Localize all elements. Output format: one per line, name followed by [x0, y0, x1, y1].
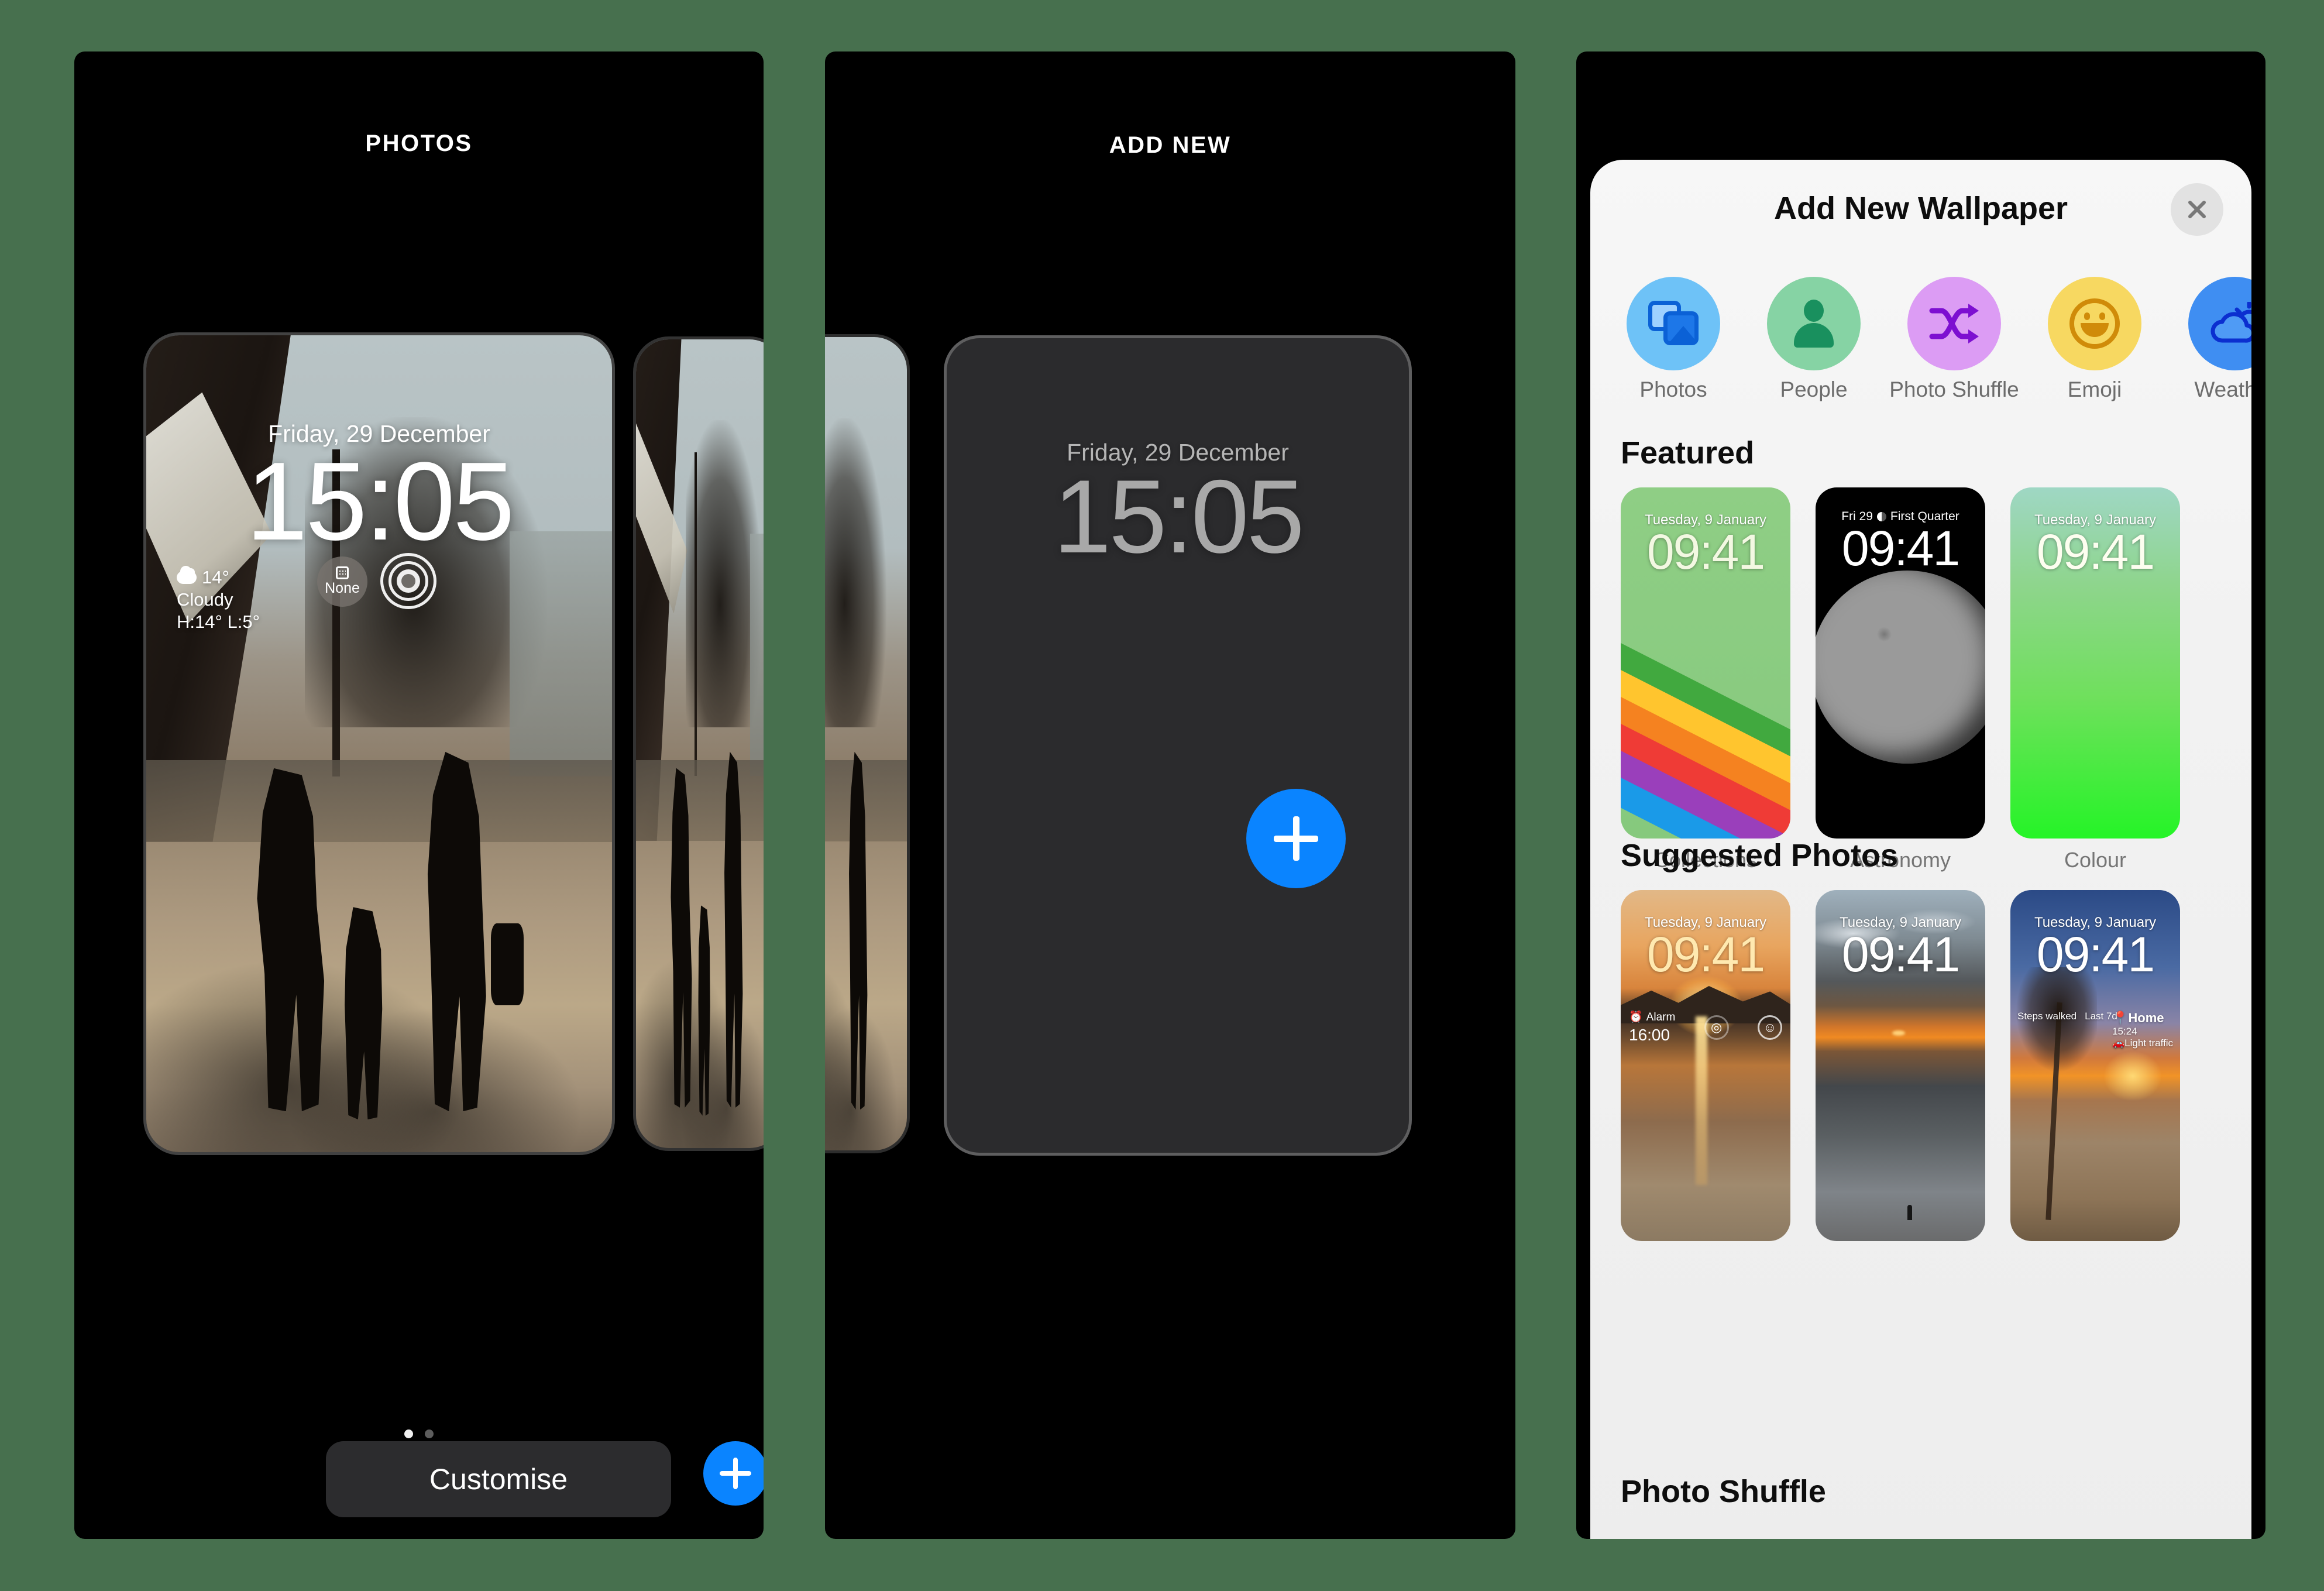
category-weather[interactable]: Weather — [2182, 277, 2251, 402]
wallpaper-card-peek-left[interactable] — [825, 337, 907, 1150]
wallpaper-thumb: Tuesday, 9 January 09:41 — [2010, 487, 2180, 839]
wallpaper-thumb: Tuesday, 9 January 09:41 Steps walked La… — [2010, 890, 2180, 1241]
add-new-panel-heading: ADD NEW — [1109, 132, 1232, 158]
weather-widget[interactable]: 14° Cloudy H:14° L:5° — [177, 565, 260, 633]
featured-card-colour[interactable]: Tuesday, 9 January 09:41 Colour — [2010, 487, 2180, 872]
thumb-time: 09:41 — [1841, 927, 1960, 982]
widget-none-label: None — [325, 580, 360, 596]
thumb-time: 09:41 — [1646, 927, 1765, 982]
wallpaper-card-active[interactable]: Friday, 29 December 15:05 14° Cloudy H:1… — [146, 335, 612, 1152]
maps-time: 15:24 — [2112, 1026, 2137, 1037]
section-title-featured: Featured — [1621, 435, 1755, 470]
alarm-time: 16:00 — [1629, 1025, 1670, 1044]
sheet-title: Add New Wallpaper — [1773, 191, 2068, 226]
category-emoji[interactable]: Emoji — [2042, 277, 2147, 402]
add-new-card[interactable]: Friday, 29 December 15:05 — [947, 338, 1409, 1153]
wallpaper-picker-panel: Add New Wallpaper Photos People Photo Sh… — [1576, 51, 2265, 1539]
close-icon — [2185, 198, 2209, 221]
maps-traffic: 🚗Light traffic — [2112, 1037, 2173, 1049]
category-label: People — [1780, 377, 1848, 401]
suggested-card-1[interactable]: Tuesday, 9 January 09:41 ⏰ Alarm 16:00 ◎… — [1621, 890, 1790, 1241]
page-dot-1[interactable] — [404, 1430, 413, 1438]
plus-icon — [1274, 816, 1318, 861]
alarm-label: Alarm — [1646, 1011, 1676, 1023]
page-dots — [74, 1430, 764, 1438]
add-new-panel: ADD NEW Friday, 29 December 15:05 — [825, 51, 1515, 1539]
steps-label: Steps walked — [2017, 1011, 2077, 1022]
wallpaper-thumb: Tuesday, 9 January 09:41 — [1621, 487, 1790, 839]
category-photo-shuffle[interactable]: Photo Shuffle — [1889, 277, 2019, 402]
category-people[interactable]: People — [1761, 277, 1866, 402]
maps-place: 📍Home — [2112, 1011, 2164, 1025]
weather-temp: 14° — [202, 567, 229, 587]
category-photos[interactable]: Photos — [1621, 277, 1726, 402]
category-row[interactable]: Photos People Photo Shuffle Emoji Weath — [1621, 277, 2251, 402]
thumb-time: 09:41 — [2036, 524, 2155, 579]
featured-card-collections[interactable]: Tuesday, 9 January 09:41 Collections — [1621, 487, 1790, 872]
weather-high-low: H:14° L:5° — [177, 611, 260, 632]
wallpaper-card-peek[interactable] — [636, 339, 764, 1148]
card-caption: Colour — [2064, 848, 2127, 872]
wallpaper-thumb: Fri 29 First Quarter 09:41 — [1816, 487, 1985, 839]
wallpaper-peek-image-left — [825, 337, 907, 1150]
car-icon: 🚗 — [2112, 1037, 2125, 1049]
photos-icon — [1648, 301, 1699, 346]
suggested-card-2[interactable]: Tuesday, 9 January 09:41 — [1816, 890, 1985, 1241]
suggested-photos-row[interactable]: Tuesday, 9 January 09:41 ⏰ Alarm 16:00 ◎… — [1621, 890, 2251, 1241]
cloud-sun-icon — [2207, 301, 2251, 345]
calendar-icon — [336, 566, 349, 579]
featured-row[interactable]: Tuesday, 9 January 09:41 Collections Fri… — [1621, 487, 2251, 872]
person-icon — [1792, 300, 1836, 348]
cloud-icon — [177, 565, 197, 584]
category-label: Weather — [2194, 377, 2251, 401]
thumb-time: 09:41 — [1646, 524, 1765, 579]
moon-image — [1816, 571, 1985, 764]
plus-icon — [720, 1458, 751, 1489]
category-label: Emoji — [2067, 377, 2122, 401]
thumb-time: 09:41 — [1841, 521, 1960, 576]
widget-slot-none[interactable]: None — [317, 556, 367, 607]
page-dot-2[interactable] — [425, 1430, 434, 1438]
smiley-shortcut-icon: ☺ — [1757, 1015, 1782, 1040]
add-new-plus-button[interactable] — [1246, 789, 1346, 888]
add-wallpaper-button[interactable] — [703, 1441, 764, 1506]
close-button[interactable] — [2171, 183, 2223, 236]
wallpaper-thumb: Tuesday, 9 January 09:41 ⏰ Alarm 16:00 ◎… — [1621, 890, 1790, 1241]
add-wallpaper-sheet: Add New Wallpaper Photos People Photo Sh… — [1590, 160, 2251, 1539]
lock-screen-time: 15:05 — [246, 439, 514, 563]
alarm-widget: ⏰ Alarm 16:00 — [1629, 1011, 1675, 1045]
category-label: Photos — [1639, 377, 1707, 401]
alarm-icon: ⏰ — [1629, 1011, 1643, 1023]
add-new-preview-time: 15:05 — [1053, 458, 1304, 575]
suggested-card-3[interactable]: Tuesday, 9 January 09:41 Steps walked La… — [2010, 890, 2180, 1241]
steps-widget: Steps walked Last 7d — [2017, 1011, 2117, 1022]
activity-rings-widget[interactable] — [380, 553, 436, 609]
section-title-photo-shuffle: Photo Shuffle — [1621, 1474, 1826, 1509]
wallpaper-peek-image — [636, 339, 764, 1148]
thumb-widget-row: ⏰ Alarm 16:00 ◎ ☺ — [1629, 1011, 1782, 1045]
section-title-suggested-photos: Suggested Photos — [1621, 838, 1899, 873]
thumb-time: 09:41 — [2036, 927, 2155, 982]
smiley-icon — [2069, 298, 2120, 349]
category-label: Photo Shuffle — [1889, 377, 2019, 401]
photos-panel-heading: PHOTOS — [365, 130, 473, 156]
photos-panel: PHOTOS Friday, 29 December 15:05 14° Clo… — [74, 51, 764, 1539]
pin-icon: 📍 — [2112, 1011, 2129, 1025]
shuffle-icon — [1927, 301, 1981, 346]
customise-button[interactable]: Customise — [326, 1441, 671, 1517]
camera-shortcut-icon: ◎ — [1704, 1015, 1729, 1040]
maps-widget: 📍Home 15:24 🚗Light traffic — [2112, 1011, 2173, 1049]
weather-condition: Cloudy — [177, 589, 233, 610]
featured-card-astronomy[interactable]: Fri 29 First Quarter 09:41 Astronomy — [1816, 487, 1985, 872]
wallpaper-thumb: Tuesday, 9 January 09:41 — [1816, 890, 1985, 1241]
